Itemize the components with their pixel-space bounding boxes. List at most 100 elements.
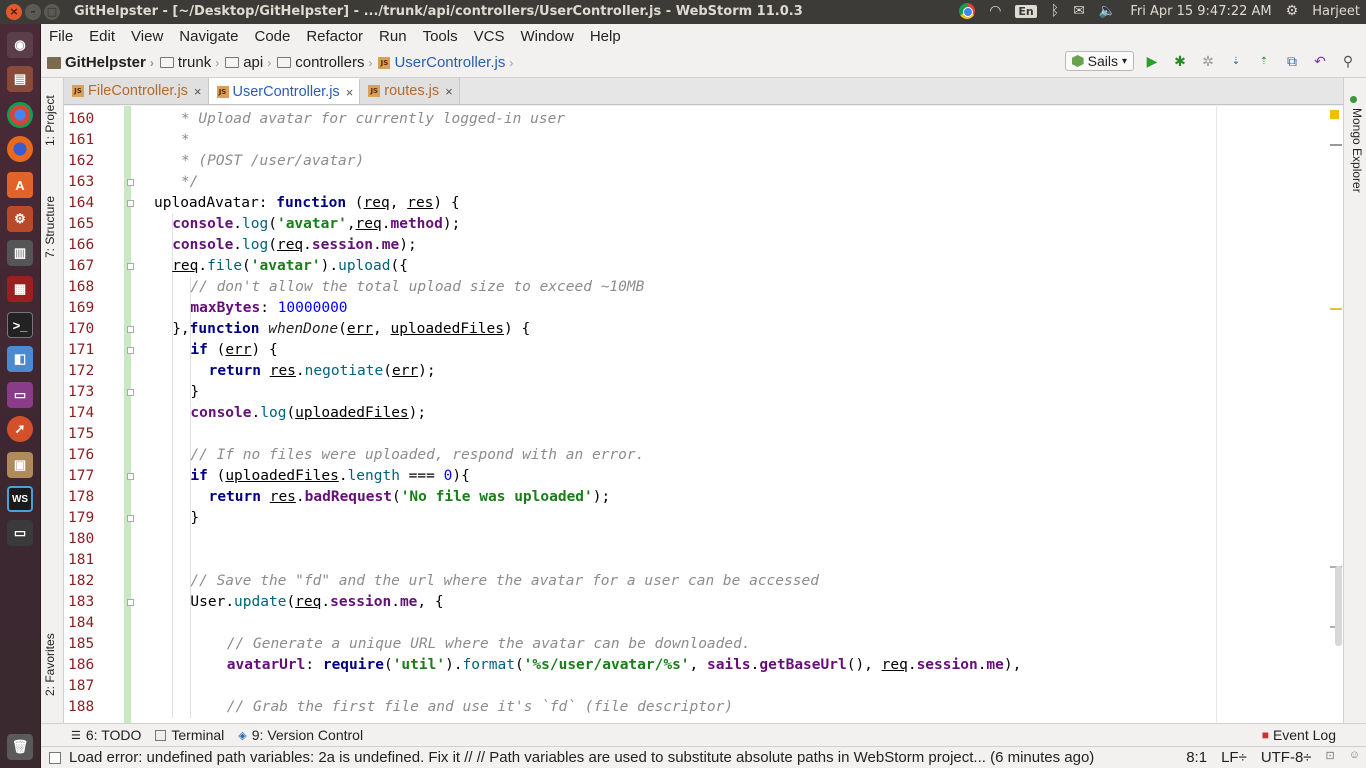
line-number[interactable]: 184 <box>68 613 108 634</box>
menu-help[interactable]: Help <box>582 28 629 45</box>
line-number[interactable]: 164 <box>68 193 108 214</box>
warning-indicator-icon[interactable] <box>1330 110 1339 119</box>
menu-edit[interactable]: Edit <box>81 28 123 45</box>
run-config-selector[interactable]: Sails ▾ <box>1064 51 1134 71</box>
fold-marker-icon[interactable] <box>127 599 134 606</box>
system-monitor-icon[interactable]: ▥ <box>7 240 33 266</box>
tab-routes[interactable]: JS routes.js × <box>360 78 460 104</box>
editor-scrollbar[interactable] <box>1328 106 1343 723</box>
breadcrumb-file[interactable]: JS UserController.js › <box>372 54 513 71</box>
fold-marker-icon[interactable] <box>127 263 134 270</box>
breadcrumb-controllers[interactable]: controllers › <box>271 54 372 71</box>
clock[interactable]: Fri Apr 15 9:47:22 AM <box>1130 4 1271 19</box>
line-number[interactable]: 183 <box>68 592 108 613</box>
keyboard-layout-indicator[interactable]: En <box>1015 4 1037 18</box>
fold-marker-icon[interactable] <box>127 389 134 396</box>
fold-marker-icon[interactable] <box>127 473 134 480</box>
mail-icon[interactable]: ✉ <box>1073 3 1085 19</box>
vcs-commit-icon[interactable]: ⇡ <box>1254 56 1274 67</box>
maximize-window-button[interactable]: □ <box>44 4 60 20</box>
close-icon[interactable]: × <box>194 84 202 99</box>
version-control-tool-tab[interactable]: ◈ 9: Version Control <box>238 727 363 743</box>
line-number[interactable]: 167 <box>68 256 108 277</box>
line-number[interactable]: 171 <box>68 340 108 361</box>
menu-run[interactable]: Run <box>371 28 415 45</box>
fold-marker-icon[interactable] <box>127 347 134 354</box>
menu-tools[interactable]: Tools <box>415 28 466 45</box>
chrome-tray-icon[interactable] <box>959 3 976 19</box>
line-number[interactable]: 173 <box>68 382 108 403</box>
line-number[interactable]: 166 <box>68 235 108 256</box>
line-number[interactable]: 172 <box>68 361 108 382</box>
menu-file[interactable]: File <box>41 28 81 45</box>
line-number[interactable]: 187 <box>68 676 108 697</box>
line-number[interactable]: 161 <box>68 130 108 151</box>
coverage-icon[interactable]: ✲ <box>1198 53 1218 70</box>
workspace-switcher-icon[interactable]: ▦ <box>7 276 33 302</box>
trash-icon[interactable]: 🗑 <box>7 734 33 760</box>
virtualbox-icon[interactable]: ◧ <box>7 346 33 372</box>
fold-marker-icon[interactable] <box>127 200 134 207</box>
tab-filecontroller[interactable]: JS FileController.js × <box>64 78 209 104</box>
line-number[interactable]: 169 <box>68 298 108 319</box>
menu-navigate[interactable]: Navigate <box>171 28 246 45</box>
mongo-explorer-tool-tab[interactable]: Mongo Explorer <box>1350 108 1364 193</box>
menu-vcs[interactable]: VCS <box>466 28 513 45</box>
archive-manager-icon[interactable]: ▣ <box>7 452 33 478</box>
line-number[interactable]: 176 <box>68 445 108 466</box>
line-number[interactable]: 188 <box>68 697 108 718</box>
vcs-update-icon[interactable]: ⇣ <box>1226 56 1246 67</box>
project-tool-tab[interactable]: 1: Project <box>43 95 57 146</box>
run-icon[interactable]: ▶ <box>1142 53 1162 70</box>
line-number[interactable]: 181 <box>68 550 108 571</box>
line-number[interactable]: 163 <box>68 172 108 193</box>
line-number[interactable]: 175 <box>68 424 108 445</box>
line-number[interactable]: 170 <box>68 319 108 340</box>
chrome-icon[interactable] <box>7 102 33 128</box>
hector-icon[interactable]: ☺ <box>1349 749 1360 766</box>
user-name[interactable]: Harjeet <box>1312 4 1360 19</box>
line-number[interactable]: 168 <box>68 277 108 298</box>
line-number[interactable]: 160 <box>68 109 108 130</box>
search-icon[interactable]: ⚲ <box>1338 53 1358 70</box>
terminal-tool-tab[interactable]: Terminal <box>155 727 224 743</box>
line-number[interactable]: 162 <box>68 151 108 172</box>
menu-refactor[interactable]: Refactor <box>298 28 371 45</box>
lock-icon[interactable]: ⊡ <box>1326 749 1335 766</box>
software-center-icon[interactable]: A <box>7 172 33 198</box>
breadcrumb-project[interactable]: GitHelpster › <box>41 54 154 71</box>
fold-marker-icon[interactable] <box>127 326 134 333</box>
revert-icon[interactable]: ↶ <box>1310 53 1330 70</box>
debug-icon[interactable]: ✱ <box>1170 53 1190 70</box>
fold-marker-icon[interactable] <box>127 179 134 186</box>
firefox-icon[interactable] <box>7 136 33 162</box>
line-number[interactable]: 179 <box>68 508 108 529</box>
dash-home-icon[interactable]: ◉ <box>7 32 33 58</box>
compare-icon[interactable]: ⧉ <box>1282 53 1302 70</box>
line-number[interactable]: 180 <box>68 529 108 550</box>
breadcrumb-api[interactable]: api › <box>219 54 271 71</box>
status-message[interactable]: Load error: undefined path variables: 2a… <box>49 749 1094 766</box>
todo-tool-tab[interactable]: ☰ 6: TODO <box>71 727 141 743</box>
code-editor[interactable]: 160 * Upload avatar for currently logged… <box>64 106 1343 723</box>
line-number[interactable]: 174 <box>68 403 108 424</box>
wifi-icon[interactable]: ◠ <box>989 3 1001 19</box>
line-number[interactable]: 165 <box>68 214 108 235</box>
tool-windows-toggle-icon[interactable] <box>49 751 61 764</box>
file-encoding[interactable]: UTF-8÷ <box>1261 749 1312 766</box>
system-settings-icon[interactable]: ⚙ <box>7 206 33 232</box>
caret-position[interactable]: 8:1 <box>1186 749 1207 766</box>
breadcrumb-trunk[interactable]: trunk › <box>154 54 219 71</box>
terminal-icon[interactable]: >_ <box>7 312 33 338</box>
files-icon[interactable]: ▤ <box>7 66 33 92</box>
tab-usercontroller[interactable]: JS UserController.js × <box>208 78 361 104</box>
menu-view[interactable]: View <box>123 28 171 45</box>
line-number[interactable]: 177 <box>68 466 108 487</box>
event-log-tool-tab[interactable]: ■ Event Log <box>1262 727 1336 743</box>
volume-icon[interactable]: 🔈 <box>1099 3 1116 19</box>
close-icon[interactable]: × <box>445 84 453 99</box>
line-number[interactable]: 185 <box>68 634 108 655</box>
line-number[interactable]: 186 <box>68 655 108 676</box>
close-icon[interactable]: × <box>346 85 354 100</box>
app-window-icon[interactable]: ▭ <box>7 382 33 408</box>
